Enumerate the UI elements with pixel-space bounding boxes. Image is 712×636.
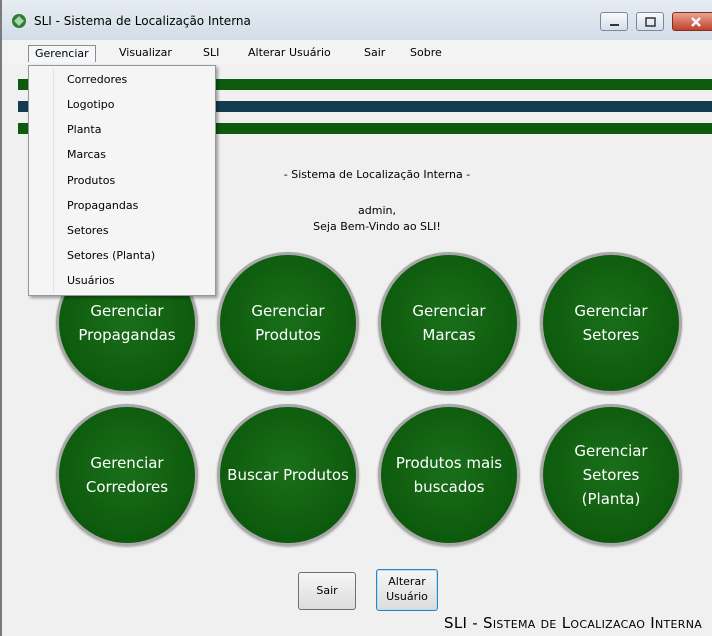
menu-gutter-divider bbox=[53, 68, 54, 293]
menu-gerenciar[interactable]: Gerenciar bbox=[28, 45, 96, 62]
tile-label: Gerenciar Produtos bbox=[251, 302, 325, 344]
tile-gerenciar-marcas[interactable]: Gerenciar Marcas bbox=[378, 252, 520, 394]
tile-label: Gerenciar Marcas bbox=[412, 302, 486, 344]
menu-item-corredores[interactable]: Corredores bbox=[67, 73, 127, 86]
menu-item-logotipo[interactable]: Logotipo bbox=[67, 98, 114, 111]
sair-button[interactable]: Sair bbox=[298, 572, 356, 610]
menu-sobre[interactable]: Sobre bbox=[404, 45, 448, 62]
tile-label: Buscar Produtos bbox=[227, 466, 349, 484]
window-title: SLI - Sistema de Localização Interna bbox=[34, 14, 251, 28]
menu-item-marcas[interactable]: Marcas bbox=[67, 148, 106, 161]
close-icon bbox=[691, 17, 701, 27]
menu-sli[interactable]: SLI bbox=[197, 45, 225, 62]
maximize-button[interactable] bbox=[636, 12, 664, 31]
menu-visualizar[interactable]: Visualizar bbox=[113, 45, 178, 62]
alterar-usuario-button[interactable]: Alterar Usuário bbox=[376, 569, 438, 611]
welcome-message: Seja Bem-Vindo ao SLI! bbox=[313, 220, 441, 233]
tile-label: Gerenciar Setores bbox=[574, 302, 648, 344]
tile-label: Gerenciar Setores (Planta) bbox=[574, 442, 648, 508]
tile-gerenciar-setores-planta[interactable]: Gerenciar Setores (Planta) bbox=[540, 404, 682, 546]
gerenciar-dropdown-menu: Corredores Logotipo Planta Marcas Produt… bbox=[28, 65, 216, 296]
menu-item-setores-planta[interactable]: Setores (Planta) bbox=[67, 249, 155, 262]
menu-item-produtos[interactable]: Produtos bbox=[67, 174, 115, 187]
minimize-button[interactable] bbox=[600, 12, 628, 31]
footer-caption: SLI - Sistema de Localizacao Interna bbox=[444, 614, 703, 632]
tile-gerenciar-setores[interactable]: Gerenciar Setores bbox=[540, 252, 682, 394]
tile-gerenciar-produtos[interactable]: Gerenciar Produtos bbox=[217, 252, 359, 394]
tile-label: Produtos mais buscados bbox=[395, 454, 503, 496]
maximize-icon bbox=[645, 17, 656, 27]
tile-produtos-mais-buscados[interactable]: Produtos mais buscados bbox=[378, 404, 520, 546]
alterar-button-line1: Alterar bbox=[388, 575, 426, 588]
menu-item-planta[interactable]: Planta bbox=[67, 123, 101, 136]
menu-sair[interactable]: Sair bbox=[358, 45, 391, 62]
menu-item-propagandas[interactable]: Propagandas bbox=[67, 199, 138, 212]
menu-item-usuarios[interactable]: Usuários bbox=[67, 274, 115, 287]
tile-buscar-produtos[interactable]: Buscar Produtos bbox=[217, 404, 359, 546]
app-window: SLI - Sistema de Localização Interna Ger… bbox=[0, 0, 712, 636]
tile-label: Gerenciar Propagandas bbox=[78, 302, 176, 344]
tile-label: Gerenciar Corredores bbox=[85, 454, 169, 496]
menu-bar bbox=[2, 40, 712, 64]
app-logo-icon bbox=[12, 14, 26, 28]
alterar-button-line2: Usuário bbox=[386, 590, 428, 603]
close-button[interactable] bbox=[672, 12, 712, 31]
tile-gerenciar-corredores[interactable]: Gerenciar Corredores bbox=[56, 404, 198, 546]
username-label: admin, bbox=[358, 204, 396, 217]
minimize-icon bbox=[610, 24, 619, 26]
title-bar: SLI - Sistema de Localização Interna bbox=[2, 0, 712, 40]
menu-item-setores[interactable]: Setores bbox=[67, 224, 109, 237]
menu-alterar-usuario[interactable]: Alterar Usuário bbox=[242, 45, 337, 62]
page-heading: - Sistema de Localização Interna - bbox=[283, 168, 471, 181]
